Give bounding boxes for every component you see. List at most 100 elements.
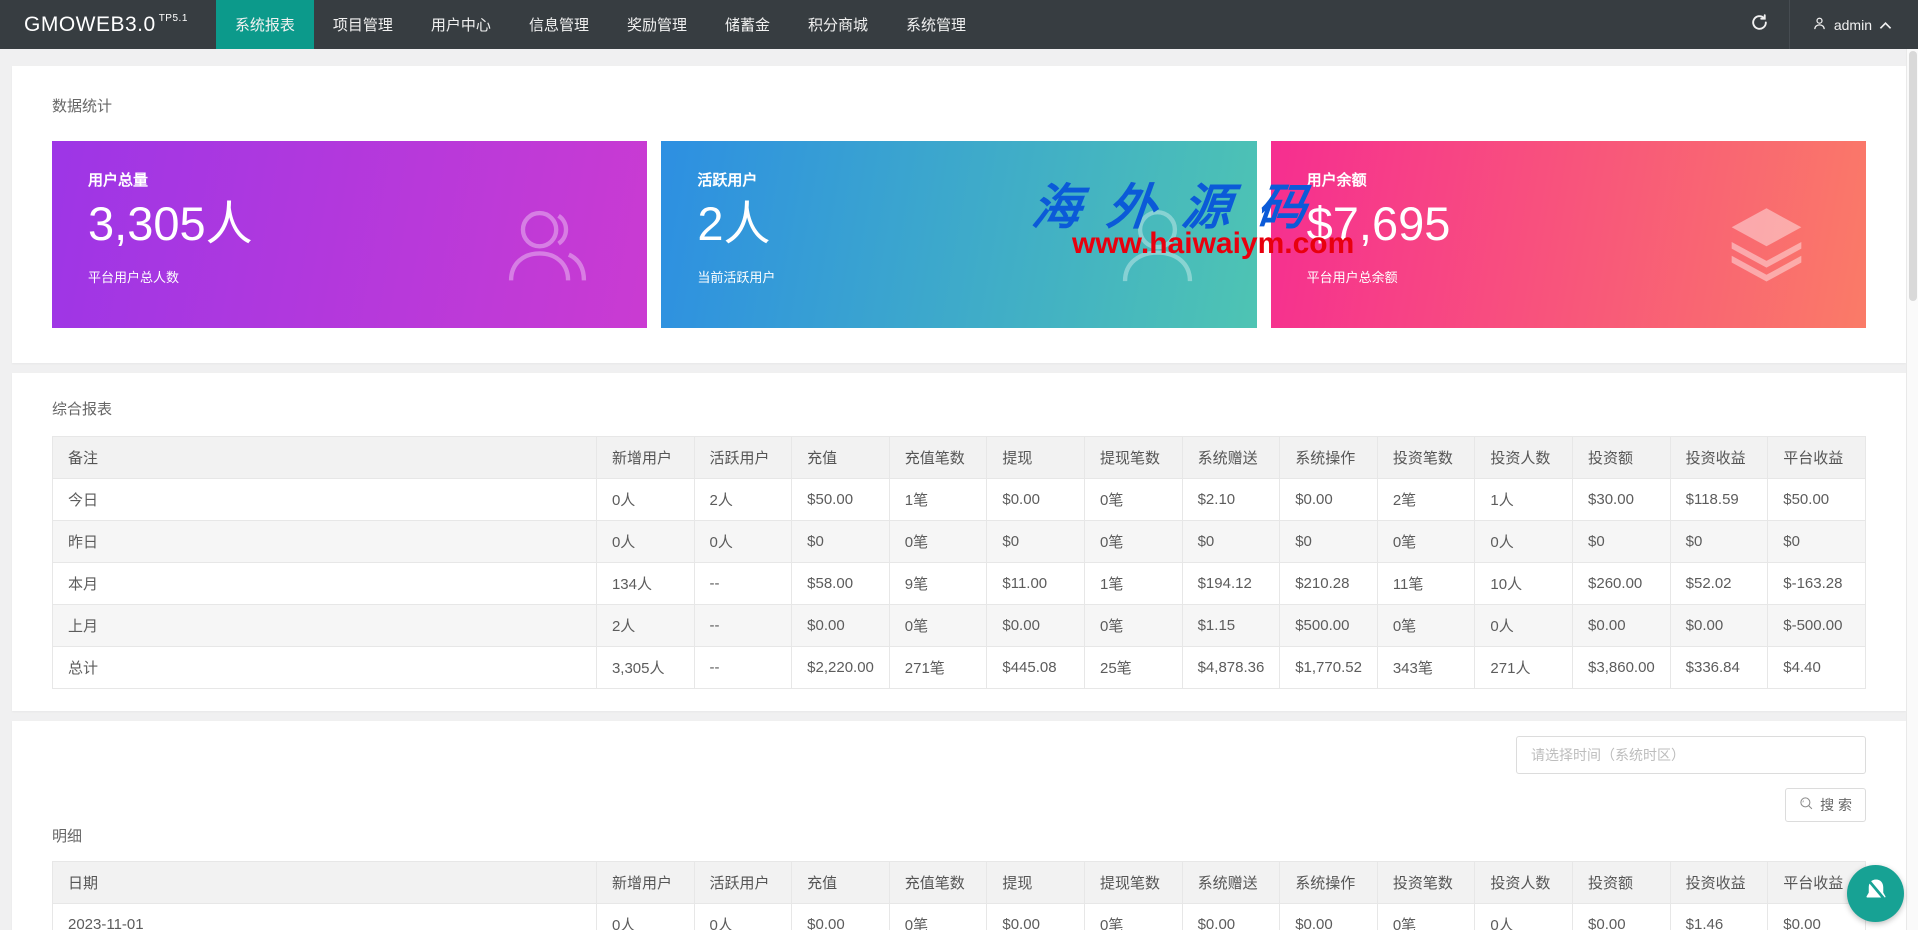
table-row: 今日0人2人$50.001笔$0.000笔$2.10$0.002笔1人$30.0… xyxy=(53,479,1866,521)
table-cell: -- xyxy=(694,647,792,689)
table-cell: $0.00 xyxy=(1573,904,1671,930)
table-cell: 10人 xyxy=(1475,563,1573,605)
table-cell: $30.00 xyxy=(1573,479,1671,521)
floating-action-button[interactable] xyxy=(1847,865,1904,922)
table-cell: $0.00 xyxy=(987,605,1085,647)
table-cell: 2笔 xyxy=(1377,479,1475,521)
column-header: 系统赠送 xyxy=(1182,437,1280,479)
table-cell: 0人 xyxy=(596,521,694,563)
logo-text: GMOWEB3.0 xyxy=(24,13,156,37)
search-button[interactable]: 搜 索 xyxy=(1785,788,1866,822)
nav-item-reward-management[interactable]: 奖励管理 xyxy=(608,0,706,49)
stat-card-title: 用户余额 xyxy=(1307,171,1866,191)
column-header: 投资收益 xyxy=(1670,437,1768,479)
column-header: 备注 xyxy=(53,437,597,479)
table-cell: 3,305人 xyxy=(596,647,694,689)
table-cell: $0 xyxy=(1573,521,1671,563)
table-cell: $0 xyxy=(792,521,890,563)
table-cell: 0笔 xyxy=(1377,605,1475,647)
table-cell: $-163.28 xyxy=(1768,563,1866,605)
table-cell: $0 xyxy=(1670,521,1768,563)
stat-card-active-users: 活跃用户2人当前活跃用户 xyxy=(661,141,1256,328)
column-header: 投资人数 xyxy=(1475,437,1573,479)
layers-icon xyxy=(1719,198,1814,293)
stats-section-title: 数据统计 xyxy=(52,96,1866,117)
table-cell: 271笔 xyxy=(889,647,987,689)
table-cell: $0.00 xyxy=(1573,605,1671,647)
nav-right: admin xyxy=(1731,0,1918,49)
nav-item-user-center[interactable]: 用户中心 xyxy=(412,0,510,49)
table-cell: $0.00 xyxy=(1280,904,1378,930)
detail-panel: 搜 索 明细 日期新增用户活跃用户充值充值笔数提现提现笔数系统赠送系统操作投资笔… xyxy=(12,721,1906,930)
table-cell: $0.00 xyxy=(1670,605,1768,647)
time-range-input[interactable] xyxy=(1516,736,1866,774)
logo-version: TP5.1 xyxy=(159,13,188,24)
nav-item-savings[interactable]: 储蓄金 xyxy=(706,0,789,49)
column-header: 充值 xyxy=(792,437,890,479)
search-button-row: 搜 索 xyxy=(52,788,1866,822)
nav-item-system-management[interactable]: 系统管理 xyxy=(887,0,985,49)
table-cell: 2023-11-01 xyxy=(53,904,597,930)
table-cell: 9笔 xyxy=(889,563,987,605)
bell-slash-icon xyxy=(1861,876,1891,911)
table-cell: $2,220.00 xyxy=(792,647,890,689)
table-cell: $210.28 xyxy=(1280,563,1378,605)
table-cell: 0人 xyxy=(694,904,792,930)
table-cell: 134人 xyxy=(596,563,694,605)
nav-item-points-mall[interactable]: 积分商城 xyxy=(789,0,887,49)
column-header: 充值 xyxy=(792,862,890,904)
table-cell: 0人 xyxy=(596,904,694,930)
chevron-up-icon xyxy=(1879,17,1892,33)
user-menu[interactable]: admin xyxy=(1789,0,1918,49)
table-cell: 上月 xyxy=(53,605,597,647)
detail-table: 日期新增用户活跃用户充值充值笔数提现提现笔数系统赠送系统操作投资笔数投资人数投资… xyxy=(52,861,1866,930)
stat-card-user-balance: 用户余额$7,695平台用户总余额 xyxy=(1271,141,1866,328)
table-cell: 0人 xyxy=(1475,605,1573,647)
table-cell: 总计 xyxy=(53,647,597,689)
table-cell: $-500.00 xyxy=(1768,605,1866,647)
nav-item-system-report[interactable]: 系统报表 xyxy=(216,0,314,49)
table-cell: $1.46 xyxy=(1670,904,1768,930)
table-cell: $0 xyxy=(1280,521,1378,563)
nav-menu: 系统报表项目管理用户中心信息管理奖励管理储蓄金积分商城系统管理 xyxy=(216,0,985,49)
summary-report-panel: 综合报表 备注新增用户活跃用户充值充值笔数提现提现笔数系统赠送系统操作投资笔数投… xyxy=(12,373,1906,711)
scrollbar-thumb[interactable] xyxy=(1909,51,1917,301)
nav-item-info-management[interactable]: 信息管理 xyxy=(510,0,608,49)
user-icon xyxy=(1110,198,1205,293)
search-row xyxy=(52,736,1866,774)
table-cell: $3,860.00 xyxy=(1573,647,1671,689)
user-icon xyxy=(1812,16,1827,34)
column-header: 提现笔数 xyxy=(1084,862,1182,904)
table-cell: 今日 xyxy=(53,479,597,521)
detail-section-title: 明细 xyxy=(52,826,1866,847)
table-cell: 0笔 xyxy=(1084,605,1182,647)
table-cell: $1.15 xyxy=(1182,605,1280,647)
table-row: 2023-11-010人0人$0.000笔$0.000笔$0.00$0.000笔… xyxy=(53,904,1866,930)
table-cell: 0笔 xyxy=(889,521,987,563)
refresh-icon xyxy=(1750,13,1769,37)
column-header: 系统操作 xyxy=(1280,437,1378,479)
table-cell: $4.40 xyxy=(1768,647,1866,689)
table-cell: 2人 xyxy=(596,605,694,647)
table-cell: 0笔 xyxy=(1377,904,1475,930)
table-row: 本月134人--$58.009笔$11.001笔$194.12$210.2811… xyxy=(53,563,1866,605)
search-button-label: 搜 索 xyxy=(1820,795,1852,815)
table-cell: $336.84 xyxy=(1670,647,1768,689)
table-cell: 0人 xyxy=(1475,904,1573,930)
table-cell: 25笔 xyxy=(1084,647,1182,689)
table-cell: 343笔 xyxy=(1377,647,1475,689)
users-icon xyxy=(500,198,595,293)
refresh-button[interactable] xyxy=(1731,0,1789,49)
table-cell: $260.00 xyxy=(1573,563,1671,605)
column-header: 提现笔数 xyxy=(1084,437,1182,479)
table-cell: 0笔 xyxy=(1377,521,1475,563)
column-header: 投资笔数 xyxy=(1377,862,1475,904)
column-header: 充值笔数 xyxy=(889,862,987,904)
table-cell: $118.59 xyxy=(1670,479,1768,521)
nav-item-project-management[interactable]: 项目管理 xyxy=(314,0,412,49)
navbar: GMOWEB3.0TP5.1 系统报表项目管理用户中心信息管理奖励管理储蓄金积分… xyxy=(0,0,1918,49)
table-cell: $50.00 xyxy=(1768,479,1866,521)
stat-card-total-users: 用户总量3,305人平台用户总人数 xyxy=(52,141,647,328)
table-cell: $2.10 xyxy=(1182,479,1280,521)
table-cell: 0笔 xyxy=(1084,904,1182,930)
